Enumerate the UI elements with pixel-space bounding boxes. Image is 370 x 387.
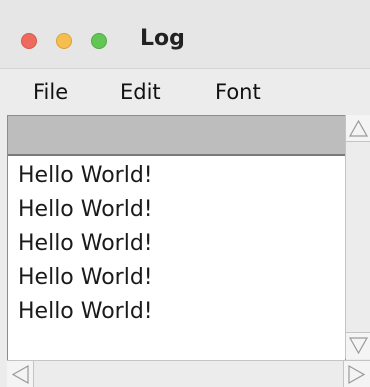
- scroll-right-button[interactable]: [343, 361, 370, 387]
- log-line: Hello World!: [18, 231, 153, 256]
- horizontal-scrollbar[interactable]: [7, 360, 370, 387]
- scroll-left-button[interactable]: [7, 361, 34, 387]
- arrow-up-icon: [348, 119, 369, 137]
- log-text-area[interactable]: Hello World! Hello World! Hello World! H…: [7, 115, 346, 361]
- log-window: Log File Edit Font Hello World! Hello Wo…: [0, 0, 370, 387]
- window-title: Log: [140, 26, 185, 51]
- arrow-right-icon: [348, 364, 366, 385]
- log-line: Hello World!: [18, 163, 153, 188]
- arrow-left-icon: [11, 364, 29, 385]
- log-line: Hello World!: [18, 265, 153, 290]
- menu-bar: File Edit Font: [0, 69, 370, 115]
- menu-edit[interactable]: Edit: [120, 79, 161, 105]
- vertical-scrollbar[interactable]: [345, 115, 370, 359]
- menu-font[interactable]: Font: [215, 79, 261, 105]
- log-line: Hello World!: [18, 197, 153, 222]
- arrow-down-icon: [348, 337, 369, 355]
- close-window-button[interactable]: [21, 33, 37, 49]
- title-bar: Log: [0, 0, 370, 69]
- scroll-down-button[interactable]: [346, 332, 370, 359]
- menu-file[interactable]: File: [33, 79, 68, 105]
- log-lines: Hello World! Hello World! Hello World! H…: [18, 159, 153, 329]
- minimize-window-button[interactable]: [56, 33, 72, 49]
- log-line: Hello World!: [18, 299, 153, 324]
- scroll-up-button[interactable]: [346, 115, 370, 142]
- log-header-bar: [8, 116, 345, 156]
- maximize-window-button[interactable]: [91, 33, 107, 49]
